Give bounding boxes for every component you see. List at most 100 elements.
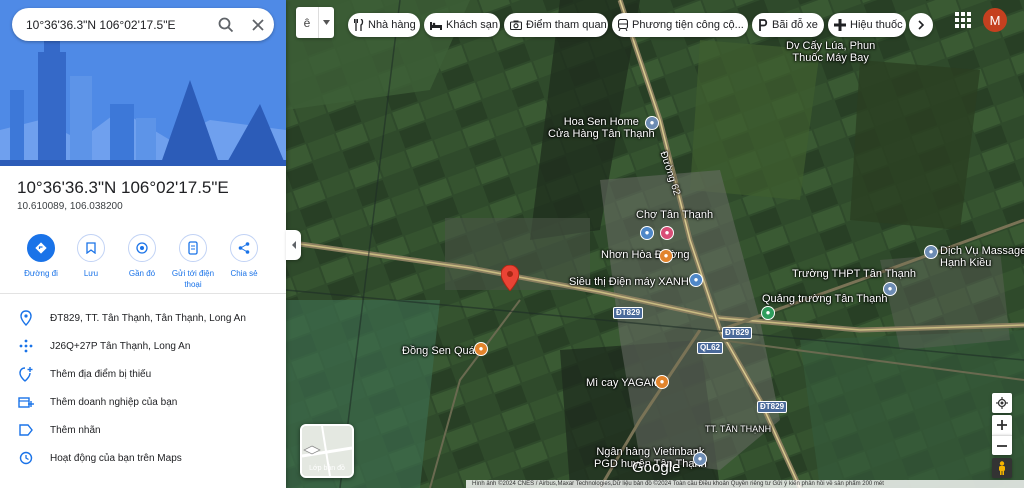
store-poi-icon[interactable]: ● xyxy=(645,116,659,130)
directions-icon xyxy=(27,234,55,262)
share-icon xyxy=(230,234,258,262)
add-place-row[interactable]: Thêm địa điểm bị thiếu xyxy=(0,361,286,387)
directions-button[interactable]: Đường đi xyxy=(16,232,66,279)
bookmark-icon xyxy=(77,234,105,262)
chip-label: Phương tiện công cộ... xyxy=(632,19,744,31)
maps-activity-row[interactable]: Hoạt động của bạn trên Maps xyxy=(0,445,286,471)
map-label-hoa-sen-home[interactable]: Hoa Sen Home Cửa Hàng Tân Thạnh xyxy=(548,116,655,140)
zoom-in-button[interactable] xyxy=(992,415,1012,435)
street-view-button[interactable] xyxy=(992,458,1012,478)
bank-poi-icon[interactable]: ● xyxy=(693,452,707,466)
add-place-icon xyxy=(0,366,50,382)
map-label-nhon-hoa-duong[interactable]: Nhơn Hòa Đường xyxy=(601,249,689,261)
input-tool-current: ê xyxy=(303,15,311,30)
map-label-sieu-thi-dien-may-xanh[interactable]: Siêu thị Điện máy XANH xyxy=(569,276,689,288)
input-tools-selector[interactable]: ê xyxy=(296,7,334,38)
search-box[interactable]: 10°36'36.3"N 106°02'17.5"E xyxy=(12,8,274,41)
plus-icon xyxy=(997,420,1007,430)
divider xyxy=(0,293,286,294)
chip-pharmacy[interactable]: Hiệu thuốc xyxy=(828,13,906,37)
google-logo: Google xyxy=(632,459,681,476)
nearby-icon xyxy=(128,234,156,262)
nearby-button[interactable]: Gần đó xyxy=(117,232,167,279)
map-footer[interactable]: Hình ảnh ©2024 CNES / Airbus,Maxar Techn… xyxy=(466,480,1024,488)
my-location-button[interactable] xyxy=(992,393,1012,413)
plus-code-row[interactable]: J26Q+27P Tân Thạnh, Long An xyxy=(0,333,286,359)
history-icon xyxy=(0,451,50,465)
restaurant-icon xyxy=(354,19,364,31)
map-label-tt-tan-thanh: TT. TÂN THẠNH xyxy=(705,424,772,434)
chevron-right-icon xyxy=(918,20,924,30)
camera-icon xyxy=(510,19,522,31)
chevron-left-icon xyxy=(291,241,296,249)
search-icon[interactable] xyxy=(210,9,242,41)
market-poi-icon[interactable]: ● xyxy=(640,226,654,240)
save-button[interactable]: Lưu xyxy=(66,232,116,279)
send-to-phone-icon xyxy=(179,234,207,262)
road-shield-dt829: ĐT829 xyxy=(722,327,753,339)
place-panel: 10°36'36.3"N 106°02'17.5"E 10°36'36.3"N … xyxy=(0,0,286,488)
action-bar: Đường đi Lưu Gần đó Gửi tới điện thoại C… xyxy=(0,232,286,290)
collapse-panel-button[interactable] xyxy=(286,230,301,260)
chip-label: Hiệu thuốc xyxy=(850,19,903,31)
restaurant-poi-icon[interactable]: ● xyxy=(655,375,669,389)
save-label: Lưu xyxy=(83,269,99,278)
park-poi-icon[interactable]: ● xyxy=(761,306,775,320)
road-shield-dt829: ĐT829 xyxy=(757,401,788,413)
apps-grid-icon[interactable] xyxy=(955,12,971,28)
address-text: ĐT829, TT. Tân Thạnh, Tân Thạnh, Long An xyxy=(50,312,246,324)
chip-attractions[interactable]: Điểm tham quan xyxy=(504,13,608,37)
account-avatar[interactable]: M xyxy=(983,8,1007,32)
chip-label: Điểm tham quan xyxy=(526,19,607,31)
place-title: 10°36'36.3"N 106°02'17.5"E xyxy=(17,178,229,197)
layers-label: Lớp bản đồ xyxy=(309,465,345,472)
map-label-truong-thpt[interactable]: Trường THPT Tân Thạnh xyxy=(792,268,916,280)
massage-poi-icon[interactable]: ● xyxy=(924,245,938,259)
layers-toggle[interactable]: Lớp bản đồ xyxy=(300,424,354,478)
road-shield-ql62: QL62 xyxy=(697,342,724,354)
minus-icon xyxy=(997,444,1007,447)
map-label-dong-sen-quan[interactable]: Đồng Sen Quán xyxy=(402,345,481,357)
zoom-out-button[interactable] xyxy=(992,435,1012,455)
dropdown-arrow-icon[interactable] xyxy=(318,7,334,38)
shop-poi-icon[interactable]: ● xyxy=(660,226,674,240)
map-label-dv-cay-lua[interactable]: Dv Cấy Lúa, Phun Thuốc Máy Bay xyxy=(786,40,875,64)
restaurant-poi-icon[interactable]: ● xyxy=(474,342,488,356)
plus-code-icon xyxy=(0,339,50,353)
location-marker-icon[interactable] xyxy=(501,265,519,291)
place-coordinates[interactable]: 10.610089, 106.038200 xyxy=(17,201,123,212)
close-icon[interactable] xyxy=(242,9,274,41)
map-label-cho-tan-thanh[interactable]: Chợ Tân Thạnh xyxy=(636,209,713,221)
share-label: Chia sẻ xyxy=(230,269,258,278)
add-label-row[interactable]: Thêm nhãn xyxy=(0,417,286,443)
chips-next-button[interactable] xyxy=(909,13,933,37)
add-business-text: Thêm doanh nghiệp của bạn xyxy=(50,396,178,408)
restaurant-poi-icon[interactable]: ● xyxy=(659,249,673,263)
nearby-label: Gần đó xyxy=(128,269,156,278)
directions-label: Đường đi xyxy=(24,269,58,278)
my-location-icon xyxy=(996,397,1008,409)
road-shield-dt829: ĐT829 xyxy=(613,307,644,319)
plus-code-text: J26Q+27P Tân Thạnh, Long An xyxy=(50,340,191,352)
chip-parking[interactable]: Bãi đỗ xe xyxy=(752,13,824,37)
parking-icon xyxy=(758,19,768,31)
school-poi-icon[interactable]: ● xyxy=(883,282,897,296)
shopping-poi-icon[interactable]: ● xyxy=(689,273,703,287)
share-button[interactable]: Chia sẻ xyxy=(219,232,269,279)
pharmacy-icon xyxy=(834,19,846,31)
chip-public-transit[interactable]: Phương tiện công cộ... xyxy=(612,13,748,37)
chip-label: Khách sạn xyxy=(446,19,498,31)
location-pin-icon xyxy=(0,310,50,326)
send-to-phone-button[interactable]: Gửi tới điện thoại xyxy=(168,232,218,290)
chip-restaurants[interactable]: Nhà hàng xyxy=(348,13,420,37)
chip-label: Bãi đỗ xe xyxy=(772,19,818,31)
map-label-dich-vu-massage[interactable]: Dịch Vụ Massage Hạnh Kiều xyxy=(940,245,1024,269)
chip-hotels[interactable]: Khách sạn xyxy=(424,13,500,37)
label-icon xyxy=(0,424,50,436)
map-label-quang-truong[interactable]: Quảng trường Tân Thạnh xyxy=(762,293,887,305)
address-row[interactable]: ĐT829, TT. Tân Thạnh, Tân Thạnh, Long An xyxy=(0,305,286,331)
add-label-text: Thêm nhãn xyxy=(50,424,101,436)
add-business-row[interactable]: Thêm doanh nghiệp của bạn xyxy=(0,389,286,415)
search-input[interactable]: 10°36'36.3"N 106°02'17.5"E xyxy=(26,18,210,32)
map-label-mi-cay-yagami[interactable]: Mì cay YAGAMI xyxy=(586,377,663,389)
